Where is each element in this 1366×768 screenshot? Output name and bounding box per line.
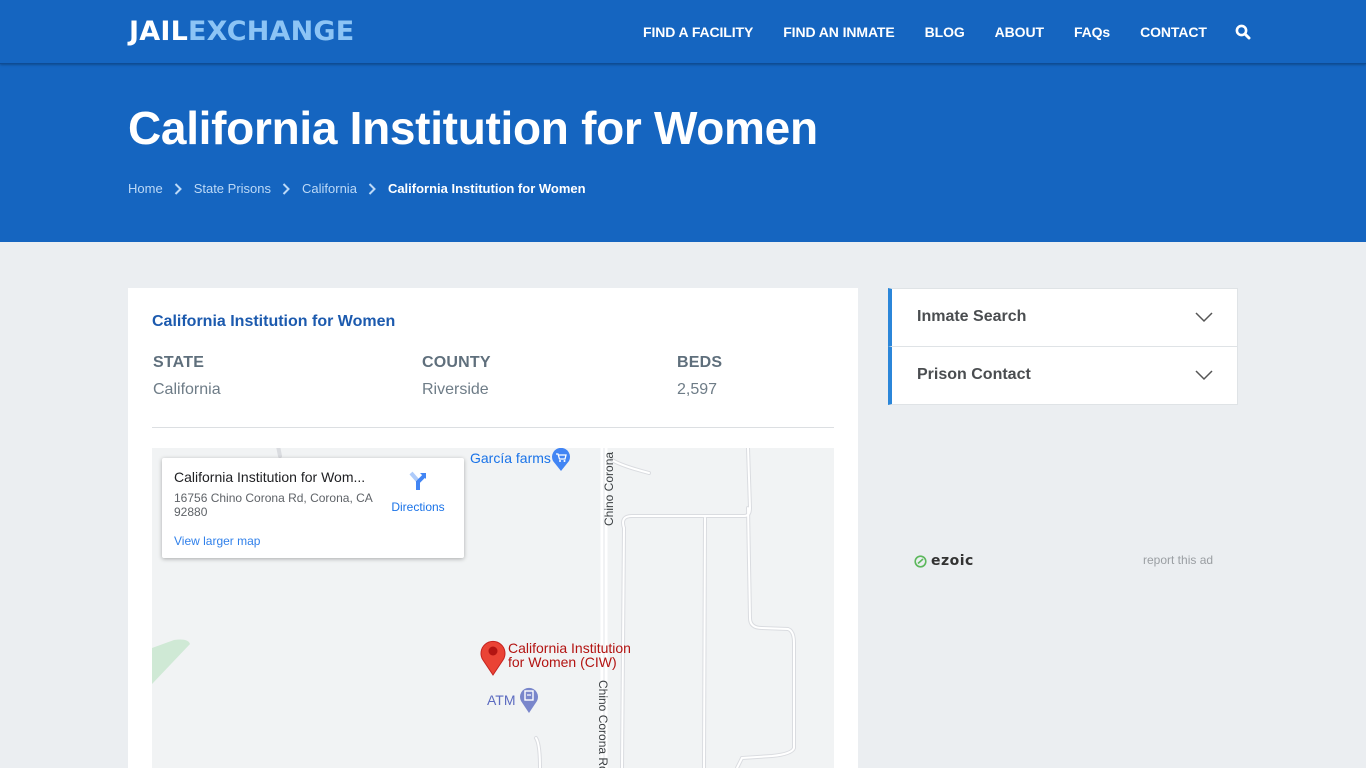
fact-label: BEDS <box>677 354 723 371</box>
accordion-title: Prison Contact <box>917 366 1031 383</box>
map-place-address: 16756 Chino Corona Rd, Corona, CA 92880 <box>174 491 373 519</box>
facility-card: California Institution for Women STATE C… <box>128 288 858 768</box>
poi-label-line2: for Women (CIW) <box>508 654 617 670</box>
fact-label: STATE <box>153 354 205 371</box>
accordion-prison-contact[interactable]: Prison Contact <box>888 346 1238 405</box>
divider <box>152 427 834 428</box>
accordion-inmate-search[interactable]: Inmate Search <box>888 288 1238 347</box>
ezoic-wordmark: ezoic <box>931 553 974 569</box>
chevron-right-icon <box>368 182 376 195</box>
report-ad-link[interactable]: report this ad <box>1143 553 1213 567</box>
accordion-title: Inmate Search <box>917 308 1027 325</box>
fact-value: 2,597 <box>677 381 718 398</box>
nav-faqs[interactable]: FAQs <box>1074 1 1110 63</box>
fact-county: COUNTY Riverside <box>422 354 491 399</box>
fact-beds: BEDS 2,597 <box>677 354 722 399</box>
site-logo[interactable]: JAILEXCHANGE <box>129 16 354 48</box>
poi-label: ATM <box>487 692 516 708</box>
chevron-down-icon <box>1195 312 1213 323</box>
chevron-right-icon <box>282 182 290 195</box>
main-nav: FIND A FACILITY FIND AN INMATE BLOG ABOU… <box>643 0 1251 64</box>
facility-title: California Institution for Women <box>152 313 396 330</box>
nav-blog[interactable]: BLOG <box>925 1 965 63</box>
road-label-top: Chino Corona I <box>602 448 616 526</box>
logo-jail: JAIL <box>129 16 188 47</box>
map-place-name: California Institution for Wom... <box>174 469 366 485</box>
map-poi-farm[interactable]: García farms <box>470 448 570 471</box>
fact-value: California <box>153 381 221 398</box>
top-navbar: JAILEXCHANGE FIND A FACILITY FIND AN INM… <box>0 0 1366 64</box>
breadcrumb-state-prisons[interactable]: State Prisons <box>194 181 271 196</box>
nav-find-an-inmate[interactable]: FIND AN INMATE <box>783 1 894 63</box>
breadcrumb: Home State Prisons California California… <box>128 181 586 196</box>
directions-icon <box>409 471 426 490</box>
shopping-cart-pin-icon <box>552 448 570 471</box>
nav-find-a-facility[interactable]: FIND A FACILITY <box>643 1 753 63</box>
map-marker-icon[interactable] <box>479 638 507 676</box>
map-poi-atm[interactable]: ATM <box>487 687 538 713</box>
map-poi-facility[interactable]: California Institution for Women (CIW) <box>508 641 631 669</box>
nav-about[interactable]: ABOUT <box>995 1 1044 63</box>
directions-label: Directions <box>391 500 445 514</box>
directions-button[interactable]: Directions <box>384 470 452 514</box>
chevron-right-icon <box>174 182 182 195</box>
nav-contact[interactable]: CONTACT <box>1140 1 1207 63</box>
atm-pin-icon <box>520 687 538 713</box>
ezoic-logo-icon <box>914 554 927 568</box>
logo-exchange: EXCHANGE <box>188 16 355 47</box>
poi-label: García farms <box>470 450 551 466</box>
page-hero: California Institution for Women Home St… <box>0 64 1366 242</box>
fact-label: COUNTY <box>422 354 491 371</box>
chevron-down-icon <box>1195 370 1213 381</box>
google-map[interactable]: California Institution for Wom... 16756 … <box>152 448 834 768</box>
poi-label-line1: California Institution <box>508 640 631 656</box>
search-icon[interactable] <box>1235 24 1251 40</box>
view-larger-map-link[interactable]: View larger map <box>174 534 260 548</box>
ezoic-badge[interactable]: ezoic <box>914 553 974 569</box>
breadcrumb-california[interactable]: California <box>302 181 357 196</box>
page-title: California Institution for Women <box>128 102 818 154</box>
breadcrumb-home[interactable]: Home <box>128 181 163 196</box>
fact-value: Riverside <box>422 381 489 398</box>
road-label-bottom: Chino Corona Rd <box>596 680 610 768</box>
fact-state: STATE California <box>153 354 221 399</box>
map-info-card: California Institution for Wom... 16756 … <box>162 458 464 558</box>
breadcrumb-current: California Institution for Women <box>387 181 586 196</box>
